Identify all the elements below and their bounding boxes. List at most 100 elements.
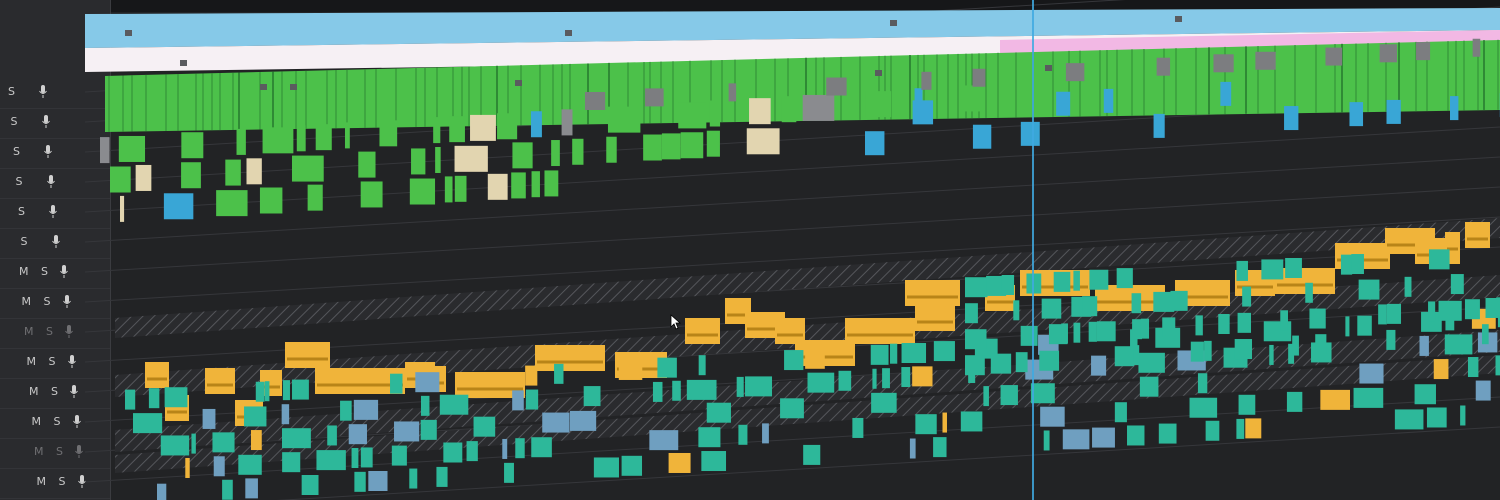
audio-clip-teal[interactable] — [1305, 282, 1313, 303]
audio-clip-teal[interactable] — [1353, 387, 1384, 408]
video-clip-blue[interactable] — [1386, 99, 1401, 124]
audio-clip-teal[interactable] — [420, 419, 437, 440]
solo-button[interactable]: S — [51, 385, 58, 399]
audio-clip-teal[interactable] — [1495, 355, 1500, 376]
audio-clip-teal[interactable] — [569, 410, 597, 431]
video-clip[interactable] — [262, 127, 294, 154]
video-clip[interactable] — [470, 114, 496, 141]
audio-clip-teal[interactable] — [1139, 376, 1159, 397]
mic-icon[interactable] — [72, 414, 82, 430]
video-clip-gray[interactable] — [1255, 51, 1276, 70]
video-clip[interactable] — [706, 130, 720, 157]
video-clip[interactable] — [487, 173, 508, 200]
audio-clip-teal[interactable] — [1013, 300, 1020, 321]
audio-clip-teal[interactable] — [415, 372, 440, 393]
video-clip[interactable] — [746, 128, 780, 155]
video-clip[interactable] — [607, 106, 641, 133]
audio-clip-teal[interactable] — [1062, 429, 1090, 450]
audio-clip-teal[interactable] — [238, 454, 262, 475]
video-clip[interactable] — [100, 137, 110, 164]
audio-clip-teal[interactable] — [160, 435, 190, 456]
mute-button[interactable]: M — [29, 385, 39, 399]
video-clip-blue[interactable] — [1449, 96, 1459, 121]
video-clip[interactable] — [433, 117, 441, 144]
video-clip-blue[interactable] — [972, 124, 992, 149]
audio-clip-teal[interactable] — [901, 343, 927, 364]
video-clip[interactable] — [259, 187, 283, 214]
audio-clip-teal[interactable] — [515, 438, 525, 459]
video-clip[interactable] — [531, 171, 540, 198]
audio-clip-teal[interactable] — [942, 412, 947, 433]
video-clip[interactable] — [135, 164, 152, 191]
audio-clip-teal[interactable] — [1404, 276, 1412, 297]
audio-clip-teal[interactable] — [1015, 352, 1028, 373]
audio-clip-teal[interactable] — [1041, 298, 1062, 319]
video-clip[interactable] — [379, 120, 398, 147]
solo-button[interactable]: S — [21, 235, 28, 249]
audio-clip-teal[interactable] — [525, 389, 539, 410]
audio-clip-teal[interactable] — [1450, 274, 1464, 295]
audio-clip-teal[interactable] — [1237, 312, 1252, 333]
audio-clip-teal[interactable] — [780, 398, 804, 419]
video-clip[interactable] — [781, 96, 797, 123]
mic-icon[interactable] — [62, 294, 72, 310]
audio-clip-teal[interactable] — [965, 277, 988, 298]
video-clip-blue[interactable] — [1103, 88, 1114, 113]
audio-clip-teal[interactable] — [621, 455, 643, 476]
solo-button[interactable]: S — [13, 145, 20, 159]
audio-clip-teal[interactable] — [1464, 299, 1480, 320]
video-clip-blue[interactable] — [865, 131, 885, 156]
audio-clip-teal[interactable] — [890, 343, 898, 364]
audio-clip-teal[interactable] — [327, 425, 337, 446]
video-clip-blue[interactable] — [1349, 102, 1364, 127]
audio-clip-teal[interactable] — [542, 412, 570, 433]
video-clip[interactable] — [709, 100, 721, 127]
fx-marker-icon[interactable] — [260, 84, 267, 90]
fx-marker-icon[interactable] — [875, 70, 882, 76]
audio-clip-teal[interactable] — [1475, 380, 1491, 401]
audio-clip-teal[interactable] — [1242, 286, 1252, 307]
audio-clip-orange[interactable] — [1275, 268, 1335, 294]
audio-clip-teal[interactable] — [871, 392, 897, 413]
audio-clip-teal[interactable] — [1292, 335, 1299, 356]
fx-marker-icon[interactable] — [1045, 65, 1052, 71]
audio-clip-teal[interactable] — [736, 376, 744, 397]
mute-button[interactable]: M — [37, 475, 47, 489]
audio-clip-teal[interactable] — [1394, 409, 1424, 430]
audio-clip-teal[interactable] — [1020, 325, 1038, 346]
audio-clip-teal[interactable] — [360, 447, 373, 468]
mic-icon[interactable] — [64, 324, 74, 340]
audio-clip-teal[interactable] — [583, 386, 601, 407]
audio-clip-teal[interactable] — [1351, 254, 1364, 275]
mute-button[interactable]: M — [22, 295, 32, 309]
audio-clip-teal[interactable] — [1236, 260, 1248, 281]
audio-clip-teal[interactable] — [593, 457, 619, 478]
timeline-clips[interactable] — [85, 0, 1500, 500]
audio-clip-teal[interactable] — [698, 427, 721, 448]
mute-button[interactable]: M — [27, 355, 37, 369]
mute-button[interactable]: M — [24, 325, 34, 339]
video-clip[interactable] — [454, 145, 488, 172]
solo-button[interactable]: S — [56, 445, 63, 459]
audio-clip-teal[interactable] — [250, 430, 262, 451]
video-clip-gray[interactable] — [1156, 57, 1171, 76]
mic-icon[interactable] — [46, 174, 56, 190]
audio-clip-teal[interactable] — [805, 348, 825, 369]
audio-clip-teal[interactable] — [1245, 418, 1262, 439]
audio-clip-teal[interactable] — [1127, 425, 1145, 446]
audio-clip-teal[interactable] — [668, 452, 691, 473]
audio-clip-teal[interactable] — [436, 466, 448, 487]
audio-clip-teal[interactable] — [213, 456, 225, 477]
video-clip[interactable] — [449, 116, 465, 143]
audio-clip-teal[interactable] — [1419, 335, 1429, 356]
audio-clip-teal[interactable] — [1315, 334, 1327, 355]
fx-marker-icon[interactable] — [125, 30, 132, 36]
audio-clip-teal[interactable] — [245, 478, 258, 499]
audio-clip-teal[interactable] — [1467, 357, 1479, 378]
mic-icon[interactable] — [59, 264, 69, 280]
audio-clip-teal[interactable] — [965, 355, 985, 376]
audio-clip-teal[interactable] — [554, 363, 564, 384]
audio-clip-orange[interactable] — [1465, 222, 1490, 248]
video-clip[interactable] — [512, 142, 533, 169]
video-clip[interactable] — [561, 109, 573, 136]
